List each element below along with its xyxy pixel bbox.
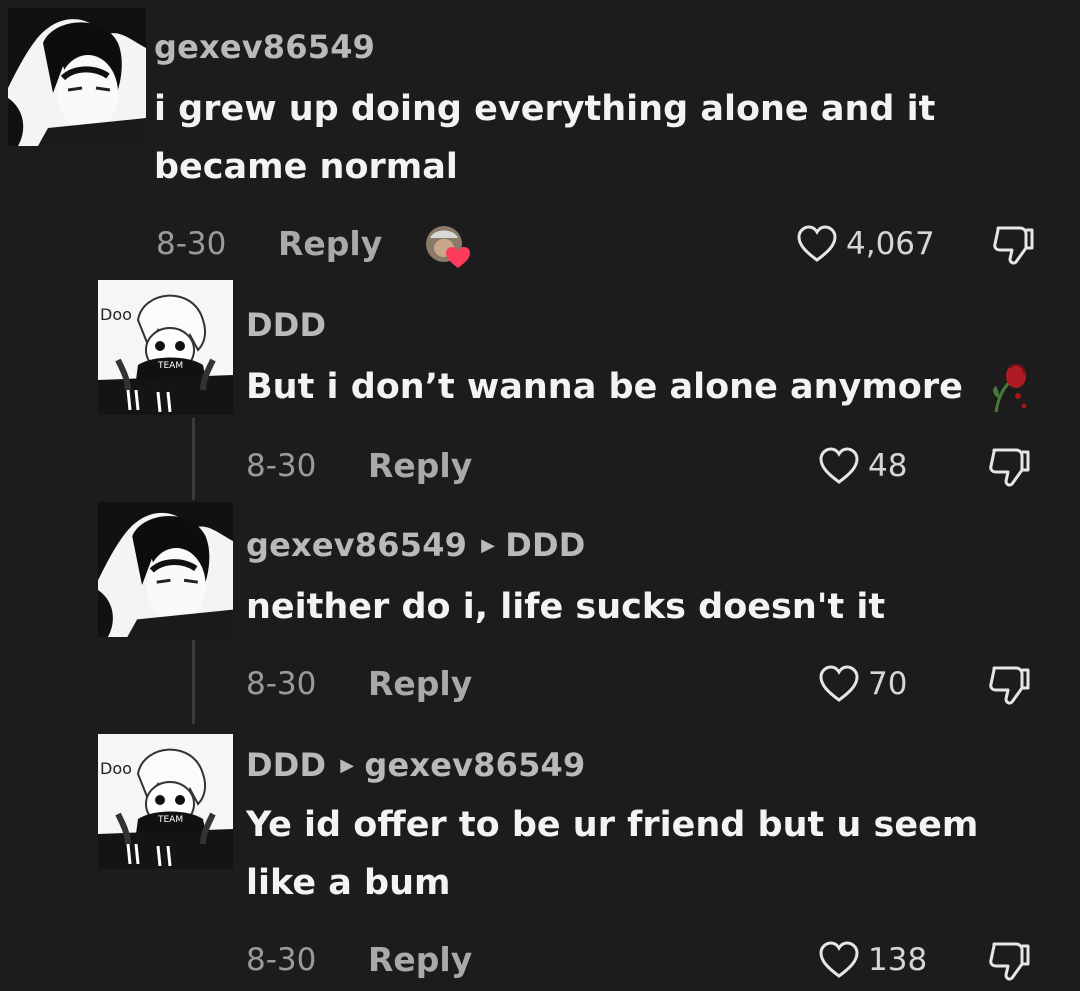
comment-text: But i don’t wanna be alone anymore [246, 358, 963, 416]
reply-to-username[interactable]: gexev86549 [364, 746, 585, 784]
anime-avatar-dark-hair-icon [98, 502, 233, 637]
thread-line [192, 418, 195, 500]
comment-text: neither do i, life sucks doesn't it [246, 578, 885, 636]
comment-text: Ye id offer to be ur friend but u seem l… [246, 796, 978, 912]
username-text[interactable]: gexev86549 [246, 526, 467, 564]
username[interactable]: gexev86549 ▶ DDD [246, 526, 585, 564]
username[interactable]: gexev86549 [154, 28, 375, 66]
like-count: 4,067 [846, 226, 935, 262]
reply-button[interactable]: Reply [368, 446, 472, 485]
comment-text-line: But i don’t wanna be alone anymore [246, 367, 963, 407]
comment-text-line: Ye id offer to be ur friend but u seem [246, 805, 979, 845]
comment-meta: 8-30 Reply 70 [246, 662, 1046, 706]
username-text[interactable]: gexev86549 [154, 28, 375, 66]
thread-line [192, 640, 195, 724]
reply-button[interactable]: Reply [278, 224, 382, 263]
creator-liked-heart-icon [426, 226, 470, 268]
svg-text:Doo: Doo [100, 305, 132, 324]
like-button[interactable]: 4,067 [796, 222, 935, 266]
avatar[interactable] [98, 502, 233, 637]
svg-text:TEAM: TEAM [157, 361, 183, 371]
comment-date: 8-30 [246, 942, 317, 978]
avatar[interactable]: Doo TEAM [98, 734, 233, 869]
like-count: 48 [868, 448, 908, 484]
thumbs-down-icon [989, 448, 1030, 487]
dislike-button[interactable] [986, 662, 1032, 708]
heart-outline-icon [819, 941, 859, 978]
dislike-button[interactable] [990, 222, 1036, 268]
comment-date: 8-30 [156, 226, 227, 262]
triangle-right-icon: ▶ [481, 535, 496, 556]
comment-date: 8-30 [246, 666, 317, 702]
comment-text-line: like a bum [246, 863, 451, 903]
heart-outline-icon [797, 225, 837, 262]
wilted-rose-icon [988, 354, 1032, 414]
comment-text-line: became normal [154, 147, 458, 187]
comment-meta: 8-30 Reply 138 [246, 938, 1046, 982]
svg-text:TEAM: TEAM [157, 815, 183, 825]
heart-outline-icon [819, 665, 859, 702]
like-count: 138 [868, 942, 928, 978]
thumbs-down-icon [993, 226, 1034, 265]
username-text[interactable]: DDD [246, 306, 326, 344]
comment-meta: 8-30 Reply 4,067 [156, 222, 1056, 266]
triangle-right-icon: ▶ [340, 755, 355, 776]
avatar[interactable] [8, 8, 146, 146]
avatar[interactable]: Doo TEAM [98, 280, 233, 415]
dislike-button[interactable] [986, 444, 1032, 490]
anime-avatar-light-hair-icon: Doo TEAM [98, 280, 233, 415]
comment-text-line: i grew up doing everything alone and it [154, 89, 936, 129]
thumbs-down-icon [989, 942, 1030, 981]
username[interactable]: DDD [246, 306, 326, 344]
thumbs-down-icon [989, 666, 1030, 705]
anime-avatar-dark-hair-icon [8, 8, 146, 146]
like-button[interactable]: 70 [818, 662, 907, 706]
creator-liked-badge [424, 224, 472, 270]
like-button[interactable]: 48 [818, 444, 907, 488]
reply-button[interactable]: Reply [368, 664, 472, 703]
comment-text: i grew up doing everything alone and it … [154, 80, 935, 196]
dislike-button[interactable] [986, 938, 1032, 984]
username-text[interactable]: DDD [246, 746, 326, 784]
reply-button[interactable]: Reply [368, 940, 472, 979]
comment-date: 8-30 [246, 448, 317, 484]
comment-text-line: neither do i, life sucks doesn't it [246, 587, 886, 627]
anime-avatar-light-hair-icon: Doo TEAM [98, 734, 233, 869]
username[interactable]: DDD ▶ gexev86549 [246, 746, 585, 784]
heart-outline-icon [819, 447, 859, 484]
like-button[interactable]: 138 [818, 938, 927, 982]
reply-to-username[interactable]: DDD [505, 526, 585, 564]
svg-text:Doo: Doo [100, 759, 132, 778]
comment-meta: 8-30 Reply 48 [246, 444, 1046, 488]
like-count: 70 [868, 666, 908, 702]
